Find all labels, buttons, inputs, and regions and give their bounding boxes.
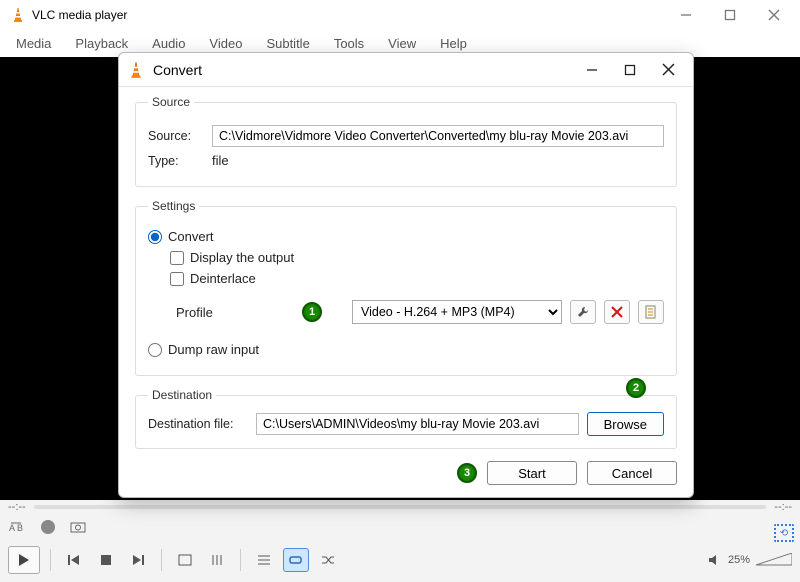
- timeline: --:-- --:--: [0, 500, 800, 514]
- dump-raw-radio[interactable]: Dump raw input: [148, 342, 664, 357]
- seek-slider[interactable]: [34, 505, 767, 509]
- advanced-toolbar: A B: [0, 514, 800, 540]
- menu-media[interactable]: Media: [4, 32, 63, 55]
- deinterlace-checkbox[interactable]: Deinterlace: [170, 271, 664, 286]
- x-icon: [611, 306, 623, 318]
- destination-label: Destination file:: [148, 417, 248, 431]
- time-total: --:--: [774, 501, 792, 513]
- svg-text:A B: A B: [9, 523, 23, 533]
- type-value: file: [212, 153, 229, 168]
- volume-percent: 25%: [728, 554, 750, 566]
- type-label: Type:: [148, 154, 204, 168]
- destination-input[interactable]: [256, 413, 579, 435]
- browse-button[interactable]: Browse: [587, 412, 664, 436]
- vlc-window: VLC media player Media Playback Audio Vi…: [0, 0, 800, 582]
- record-button[interactable]: [38, 518, 58, 536]
- shuffle-button[interactable]: [315, 548, 341, 572]
- playlist-button[interactable]: [251, 548, 277, 572]
- display-output-checkbox[interactable]: Display the output: [170, 250, 664, 265]
- source-input[interactable]: [212, 125, 664, 147]
- minimize-button[interactable]: [664, 0, 708, 30]
- prev-track-button[interactable]: [61, 548, 87, 572]
- source-group: Source Source: Type: file: [135, 95, 677, 187]
- vlc-cone-icon: [127, 61, 145, 79]
- edit-profile-button[interactable]: [570, 300, 596, 324]
- source-legend: Source: [148, 95, 194, 109]
- app-title: VLC media player: [32, 8, 664, 22]
- main-titlebar: VLC media player: [0, 0, 800, 30]
- delete-profile-button[interactable]: [604, 300, 630, 324]
- dialog-minimize-button[interactable]: [573, 55, 611, 85]
- settings-group: Settings Convert Display the output Dein…: [135, 199, 677, 376]
- destination-group: Destination 2 Destination file: Browse: [135, 388, 677, 449]
- main-controls: 25%: [0, 540, 800, 582]
- settings-legend: Settings: [148, 199, 199, 213]
- time-elapsed: --:--: [8, 501, 26, 513]
- close-button[interactable]: [752, 0, 796, 30]
- dialog-close-button[interactable]: [649, 55, 687, 85]
- snapshot-icon[interactable]: [68, 518, 88, 536]
- next-track-button[interactable]: [125, 548, 151, 572]
- profile-select[interactable]: Video - H.264 + MP3 (MP4): [352, 300, 562, 324]
- extended-settings-button[interactable]: [204, 548, 230, 572]
- fullscreen-button[interactable]: [172, 548, 198, 572]
- dialog-titlebar: Convert: [119, 53, 693, 87]
- stop-button[interactable]: [93, 548, 119, 572]
- volume-control[interactable]: 25%: [708, 553, 792, 567]
- convert-dialog: Convert Source Source: Type: file Setti: [118, 52, 694, 498]
- loop-indicator-icon: ⟲: [774, 524, 794, 542]
- convert-radio[interactable]: Convert: [148, 229, 664, 244]
- cancel-button[interactable]: Cancel: [587, 461, 677, 485]
- maximize-button[interactable]: [708, 0, 752, 30]
- ab-loop-icon[interactable]: A B: [8, 518, 28, 536]
- destination-legend: Destination: [148, 388, 216, 402]
- dialog-title: Convert: [153, 62, 573, 78]
- dialog-maximize-button[interactable]: [611, 55, 649, 85]
- speaker-icon: [708, 554, 722, 566]
- new-doc-icon: [645, 305, 658, 319]
- source-label: Source:: [148, 129, 204, 143]
- start-button[interactable]: Start: [487, 461, 577, 485]
- new-profile-button[interactable]: [638, 300, 664, 324]
- play-button[interactable]: [8, 546, 40, 574]
- vlc-cone-icon: [10, 7, 26, 23]
- profile-label: Profile: [176, 305, 246, 320]
- wrench-icon: [576, 305, 590, 319]
- annotation-badge-3: 3: [457, 463, 477, 483]
- dialog-actions: 3 Start Cancel: [135, 461, 677, 485]
- annotation-badge-2: 2: [626, 378, 646, 398]
- annotation-badge-1: 1: [302, 302, 322, 322]
- loop-button[interactable]: [283, 548, 309, 572]
